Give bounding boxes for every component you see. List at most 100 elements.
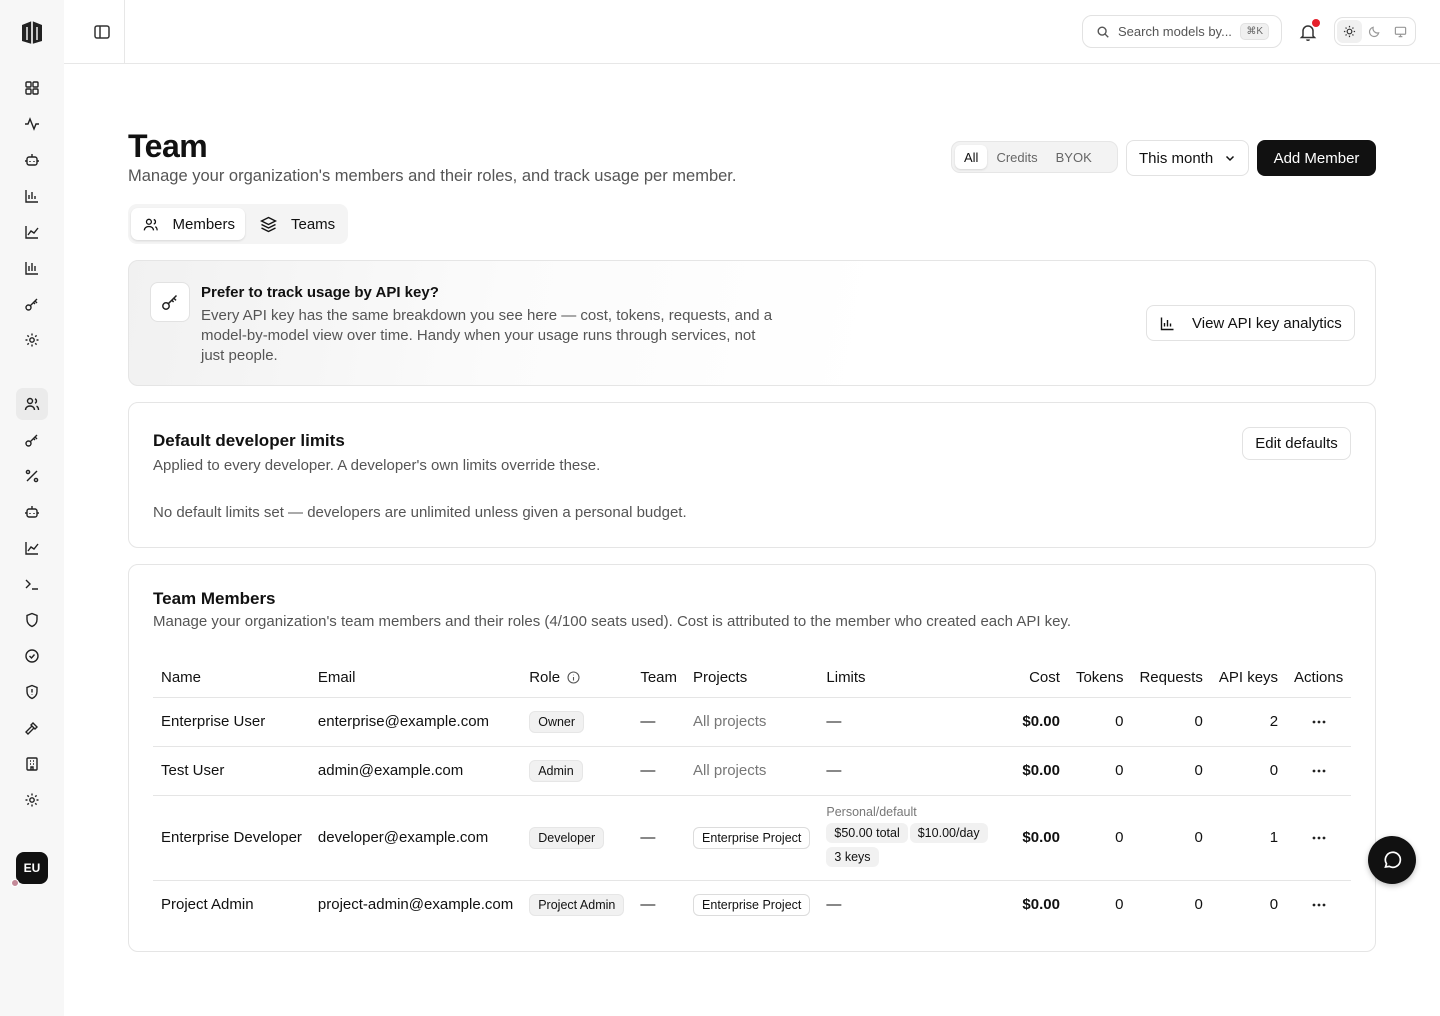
notification-dot bbox=[1312, 19, 1320, 27]
sidebar-percent-icon[interactable] bbox=[16, 460, 48, 492]
role-badge: Owner bbox=[529, 710, 585, 733]
add-member-button[interactable]: Add Member bbox=[1257, 140, 1376, 176]
billing-filter: All Credits BYOK bbox=[951, 141, 1118, 173]
sidebar-hammer-icon[interactable] bbox=[16, 712, 48, 744]
sun-icon[interactable] bbox=[1337, 20, 1363, 43]
members-table: Name Email Role Team Projects Limits Cos… bbox=[153, 659, 1352, 929]
limits-empty-message: No default limits set — developers are u… bbox=[153, 504, 687, 521]
member-team: — bbox=[632, 746, 686, 796]
chevron-down-icon bbox=[1225, 155, 1235, 162]
moon-icon[interactable] bbox=[1362, 20, 1387, 43]
member-tokens: 0 bbox=[1067, 697, 1132, 747]
sidebar-building-icon[interactable] bbox=[16, 748, 48, 780]
sidebar-toggle-icon[interactable] bbox=[92, 22, 112, 42]
member-limits: — bbox=[818, 697, 1015, 747]
tab-teams[interactable]: Teams bbox=[248, 208, 346, 240]
table-row: Enterprise Developer developer@example.c… bbox=[153, 795, 1352, 881]
sidebar-key-icon[interactable] bbox=[16, 424, 48, 456]
period-label: This month bbox=[1139, 149, 1214, 167]
member-requests: 0 bbox=[1131, 795, 1211, 881]
tab-teams-label: Teams bbox=[291, 215, 336, 233]
sidebar-line-chart-icon[interactable] bbox=[16, 216, 48, 248]
member-email: developer@example.com bbox=[309, 795, 522, 881]
avatar[interactable]: EU bbox=[16, 852, 48, 884]
col-actions: Actions bbox=[1286, 659, 1352, 698]
limit-chip: $10.00/day bbox=[909, 822, 988, 843]
role-badge: Developer bbox=[529, 826, 605, 849]
table-header-row: Name Email Role Team Projects Limits Cos… bbox=[153, 659, 1352, 698]
member-name: Enterprise Developer bbox=[153, 795, 310, 881]
sidebar-shield-icon[interactable] bbox=[16, 604, 48, 636]
sidebar-gear-icon[interactable] bbox=[16, 784, 48, 816]
sidebar-gear-icon[interactable] bbox=[16, 324, 48, 356]
more-actions-button[interactable] bbox=[1286, 697, 1352, 747]
logo-icon[interactable] bbox=[18, 19, 46, 45]
sidebar-shield-alert-icon[interactable] bbox=[16, 676, 48, 708]
member-requests: 0 bbox=[1131, 746, 1211, 796]
member-email: admin@example.com bbox=[309, 746, 522, 796]
member-limits: — bbox=[818, 746, 1015, 796]
sidebar-bar-chart-icon[interactable] bbox=[16, 252, 48, 284]
member-role: Owner bbox=[521, 697, 633, 747]
sidebar-activity-icon[interactable] bbox=[16, 108, 48, 140]
member-cost: $0.00 bbox=[1014, 795, 1068, 881]
member-projects: All projects bbox=[685, 746, 819, 796]
period-select[interactable]: This month bbox=[1126, 140, 1249, 176]
col-requests: Requests bbox=[1131, 659, 1211, 698]
page-subtitle: Manage your organization's members and t… bbox=[128, 167, 737, 185]
layers-icon bbox=[260, 216, 277, 232]
sidebar-line-chart-icon[interactable] bbox=[16, 532, 48, 564]
member-api-keys: 1 bbox=[1210, 795, 1287, 881]
limits-source-label: Personal/default bbox=[826, 804, 917, 819]
tab-members-label: Members bbox=[172, 215, 235, 233]
member-email: project-admin@example.com bbox=[317, 896, 514, 914]
member-tokens: 0 bbox=[1067, 746, 1132, 796]
col-cost: Cost bbox=[1014, 659, 1068, 698]
info-icon[interactable] bbox=[567, 671, 580, 684]
sidebar-terminal-icon[interactable] bbox=[16, 568, 48, 600]
more-actions-button[interactable] bbox=[1286, 746, 1352, 796]
view-api-key-analytics-button[interactable]: View API key analytics bbox=[1146, 305, 1355, 341]
more-actions-button[interactable] bbox=[1286, 880, 1351, 929]
member-limits: — bbox=[826, 896, 842, 914]
member-api-keys: 0 bbox=[1269, 896, 1279, 914]
sidebar-bot-icon[interactable] bbox=[16, 496, 48, 528]
message-circle-icon bbox=[1384, 851, 1402, 869]
avatar-status-dot bbox=[11, 879, 19, 887]
members-description: Manage your organization's team members … bbox=[153, 613, 1072, 630]
col-limits: Limits bbox=[818, 659, 1015, 698]
more-actions-button[interactable] bbox=[1286, 795, 1352, 881]
member-tokens: 0 bbox=[1115, 896, 1124, 914]
sidebar-badge-check-icon[interactable] bbox=[16, 640, 48, 672]
monitor-icon[interactable] bbox=[1388, 20, 1413, 43]
filter-all[interactable]: All bbox=[955, 145, 988, 169]
col-projects: Projects bbox=[685, 659, 819, 698]
role-badge: Project Admin bbox=[529, 893, 625, 916]
member-requests: 0 bbox=[1194, 896, 1203, 914]
sidebar-key-icon[interactable] bbox=[16, 288, 48, 320]
member-role: Developer bbox=[521, 795, 633, 881]
search-input[interactable]: Search models by... ⌘K bbox=[1082, 15, 1282, 48]
search-shortcut: ⌘K bbox=[1240, 23, 1269, 40]
sidebar-bot-icon[interactable] bbox=[16, 144, 48, 176]
sidebar-bar-chart-icon[interactable] bbox=[16, 180, 48, 212]
member-requests: 0 bbox=[1131, 697, 1211, 747]
edit-defaults-button[interactable]: Edit defaults bbox=[1242, 427, 1351, 460]
sidebar-users-icon[interactable] bbox=[16, 388, 48, 420]
filter-credits[interactable]: Credits bbox=[987, 145, 1046, 169]
sidebar-dashboard-icon[interactable] bbox=[16, 72, 48, 104]
member-cost: $0.00 bbox=[1014, 697, 1068, 747]
member-email: enterprise@example.com bbox=[309, 697, 522, 747]
col-tokens: Tokens bbox=[1067, 659, 1132, 698]
member-api-keys: 0 bbox=[1210, 746, 1287, 796]
member-team: — bbox=[632, 795, 686, 881]
member-cost: $0.00 bbox=[1014, 746, 1068, 796]
more-horizontal-icon bbox=[1312, 836, 1326, 839]
tab-members[interactable]: Members bbox=[131, 208, 245, 240]
limit-chip: 3 keys bbox=[826, 846, 879, 867]
chat-button[interactable] bbox=[1368, 836, 1416, 884]
key-icon bbox=[150, 282, 190, 322]
member-team: — bbox=[632, 697, 686, 747]
filter-byok[interactable]: BYOK bbox=[1047, 145, 1101, 169]
role-badge: Admin bbox=[529, 759, 583, 782]
